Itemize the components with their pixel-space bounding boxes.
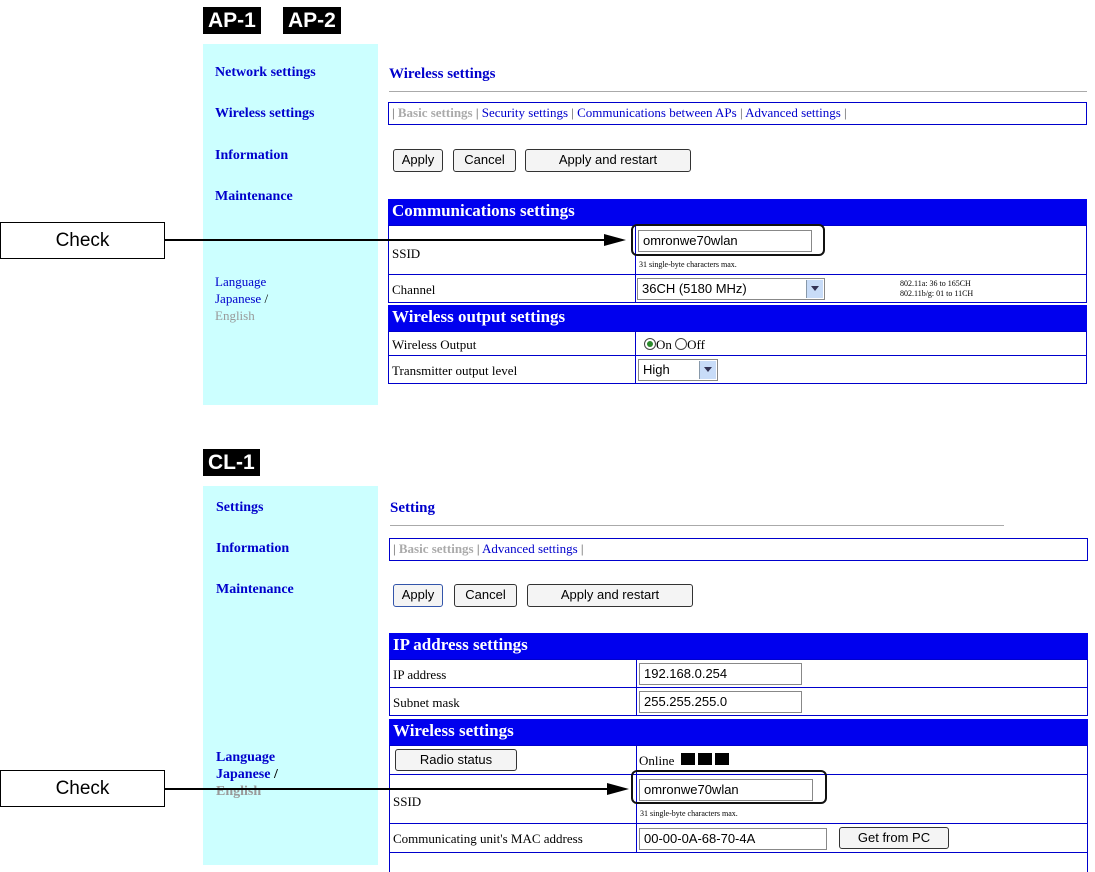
channel-selected-value: 36CH (5180 MHz) (642, 281, 747, 296)
language-japanese-link[interactable]: Japanese (215, 291, 261, 306)
signal-bar-icon (680, 753, 695, 765)
callout-line-bottom (165, 788, 608, 790)
callout-box-bottom (631, 770, 827, 804)
cancel-button-cl[interactable]: Cancel (454, 584, 517, 607)
tab-bar-cl: | Basic settings | Advanced settings | (389, 538, 1088, 561)
callout-arrow-top (604, 234, 626, 246)
channel-select[interactable]: 36CH (5180 MHz) (637, 278, 825, 300)
tab-communications-between-aps[interactable]: Communications between APs (577, 105, 737, 120)
tx-level-label: Transmitter output level (392, 363, 518, 378)
ssid-hint: 31 single-byte characters max. (639, 260, 737, 269)
ssid-hint-cl: 31 single-byte characters max. (640, 809, 738, 818)
check-label-bottom: Check (0, 770, 165, 807)
language-block-cl: Language Japanese / English (216, 749, 278, 800)
tx-level-selected-value: High (643, 362, 670, 377)
ap1-badge: AP-1 (203, 7, 261, 34)
callout-line-top (165, 239, 605, 241)
ip-address-settings-header: IP address settings (389, 633, 1088, 659)
tab-advanced-settings[interactable]: Advanced settings (745, 105, 841, 120)
ssid-label-cell-cl: SSID (389, 774, 637, 824)
tab-advanced-settings-cl[interactable]: Advanced settings (482, 541, 578, 556)
cancel-button[interactable]: Cancel (453, 149, 516, 172)
sidebar-item-settings[interactable]: Settings (216, 500, 263, 516)
get-from-pc-button[interactable]: Get from PC (839, 827, 949, 849)
check-label-top: Check (0, 222, 165, 259)
language-label: Language (215, 274, 267, 289)
chevron-down-icon[interactable] (806, 280, 823, 298)
page-title: Wireless settings (389, 66, 496, 82)
tx-level-label-cell: Transmitter output level (388, 355, 636, 384)
online-status-text: Online (639, 753, 675, 768)
title-divider-cl (390, 525, 1004, 526)
channel-note-a: 802.11a: 36 to 165CH (900, 279, 971, 288)
tab-security-settings[interactable]: Security settings (482, 105, 568, 120)
sidebar-item-maintenance[interactable]: Maintenance (215, 189, 293, 205)
language-japanese-link-cl[interactable]: Japanese (216, 767, 270, 782)
signal-bar-icon (714, 753, 729, 765)
apply-and-restart-button-cl[interactable]: Apply and restart (527, 584, 693, 607)
tab-basic-settings-cl[interactable]: Basic settings (399, 541, 474, 556)
wireless-output-label-cell: Wireless Output (388, 331, 636, 356)
wireless-output-value-cell: On Off (635, 331, 1087, 356)
radio-off[interactable] (675, 338, 688, 350)
subnet-label-cell: Subnet mask (389, 687, 637, 716)
title-divider (389, 91, 1087, 92)
sidebar-item-network-settings[interactable]: Network settings (215, 65, 316, 81)
wireless-settings-header-cl: Wireless settings (389, 719, 1088, 745)
apply-and-restart-button[interactable]: Apply and restart (525, 149, 691, 172)
page-title-cl: Setting (390, 500, 435, 516)
subnet-label: Subnet mask (393, 695, 460, 710)
channel-label: Channel (392, 282, 436, 297)
apply-button-cl[interactable]: Apply (393, 584, 443, 607)
tab-bar: | Basic settings | Security settings | C… (388, 102, 1087, 125)
ip-address-input[interactable]: 192.168.0.254 (639, 663, 802, 685)
language-english-cl: English (216, 784, 262, 799)
wireless-output-label: Wireless Output (392, 337, 477, 352)
ap2-badge: AP-2 (283, 7, 341, 34)
radio-on[interactable] (644, 338, 656, 350)
next-row-cell (389, 852, 1088, 872)
ssid-label-cl: SSID (393, 794, 422, 809)
subnet-mask-input[interactable]: 255.255.255.0 (639, 691, 802, 713)
radio-status-button[interactable]: Radio status (395, 749, 517, 771)
radio-on-label: On (656, 337, 672, 352)
signal-bar-icon (697, 753, 712, 765)
callout-arrow-bottom (607, 783, 629, 795)
wireless-output-settings-header: Wireless output settings (388, 305, 1087, 331)
mac-address-input[interactable]: 00-00-0A-68-70-4A (639, 828, 827, 850)
ap-sidebar (203, 44, 378, 405)
chevron-down-icon[interactable] (699, 361, 716, 379)
callout-box-top (631, 224, 825, 256)
cl1-badge: CL-1 (203, 449, 260, 476)
tx-level-select[interactable]: High (638, 359, 718, 381)
language-separator: / (261, 291, 269, 306)
mac-label: Communicating unit's MAC address (393, 831, 583, 846)
language-label-cl: Language (216, 750, 276, 765)
language-block: Language Japanese / English (215, 273, 268, 324)
language-separator-cl: / (270, 767, 278, 782)
sidebar-item-information[interactable]: Information (215, 148, 288, 164)
sidebar-item-information-cl[interactable]: Information (216, 541, 289, 557)
ssid-label-cell: SSID (388, 225, 636, 275)
ip-label-cell: IP address (389, 659, 637, 688)
ssid-label: SSID (392, 246, 421, 261)
sidebar-item-maintenance-cl[interactable]: Maintenance (216, 582, 294, 598)
radio-off-label: Off (687, 337, 705, 352)
apply-button[interactable]: Apply (393, 149, 443, 172)
communications-settings-header: Communications settings (388, 199, 1087, 225)
language-english: English (215, 308, 255, 323)
sidebar-item-wireless-settings[interactable]: Wireless settings (215, 106, 314, 122)
mac-label-cell: Communicating unit's MAC address (389, 823, 637, 853)
ip-label: IP address (393, 667, 447, 682)
tab-basic-settings[interactable]: Basic settings (398, 105, 473, 120)
channel-label-cell: Channel (388, 274, 636, 303)
channel-note-bg: 802.11b/g: 01 to 11CH (900, 289, 974, 298)
